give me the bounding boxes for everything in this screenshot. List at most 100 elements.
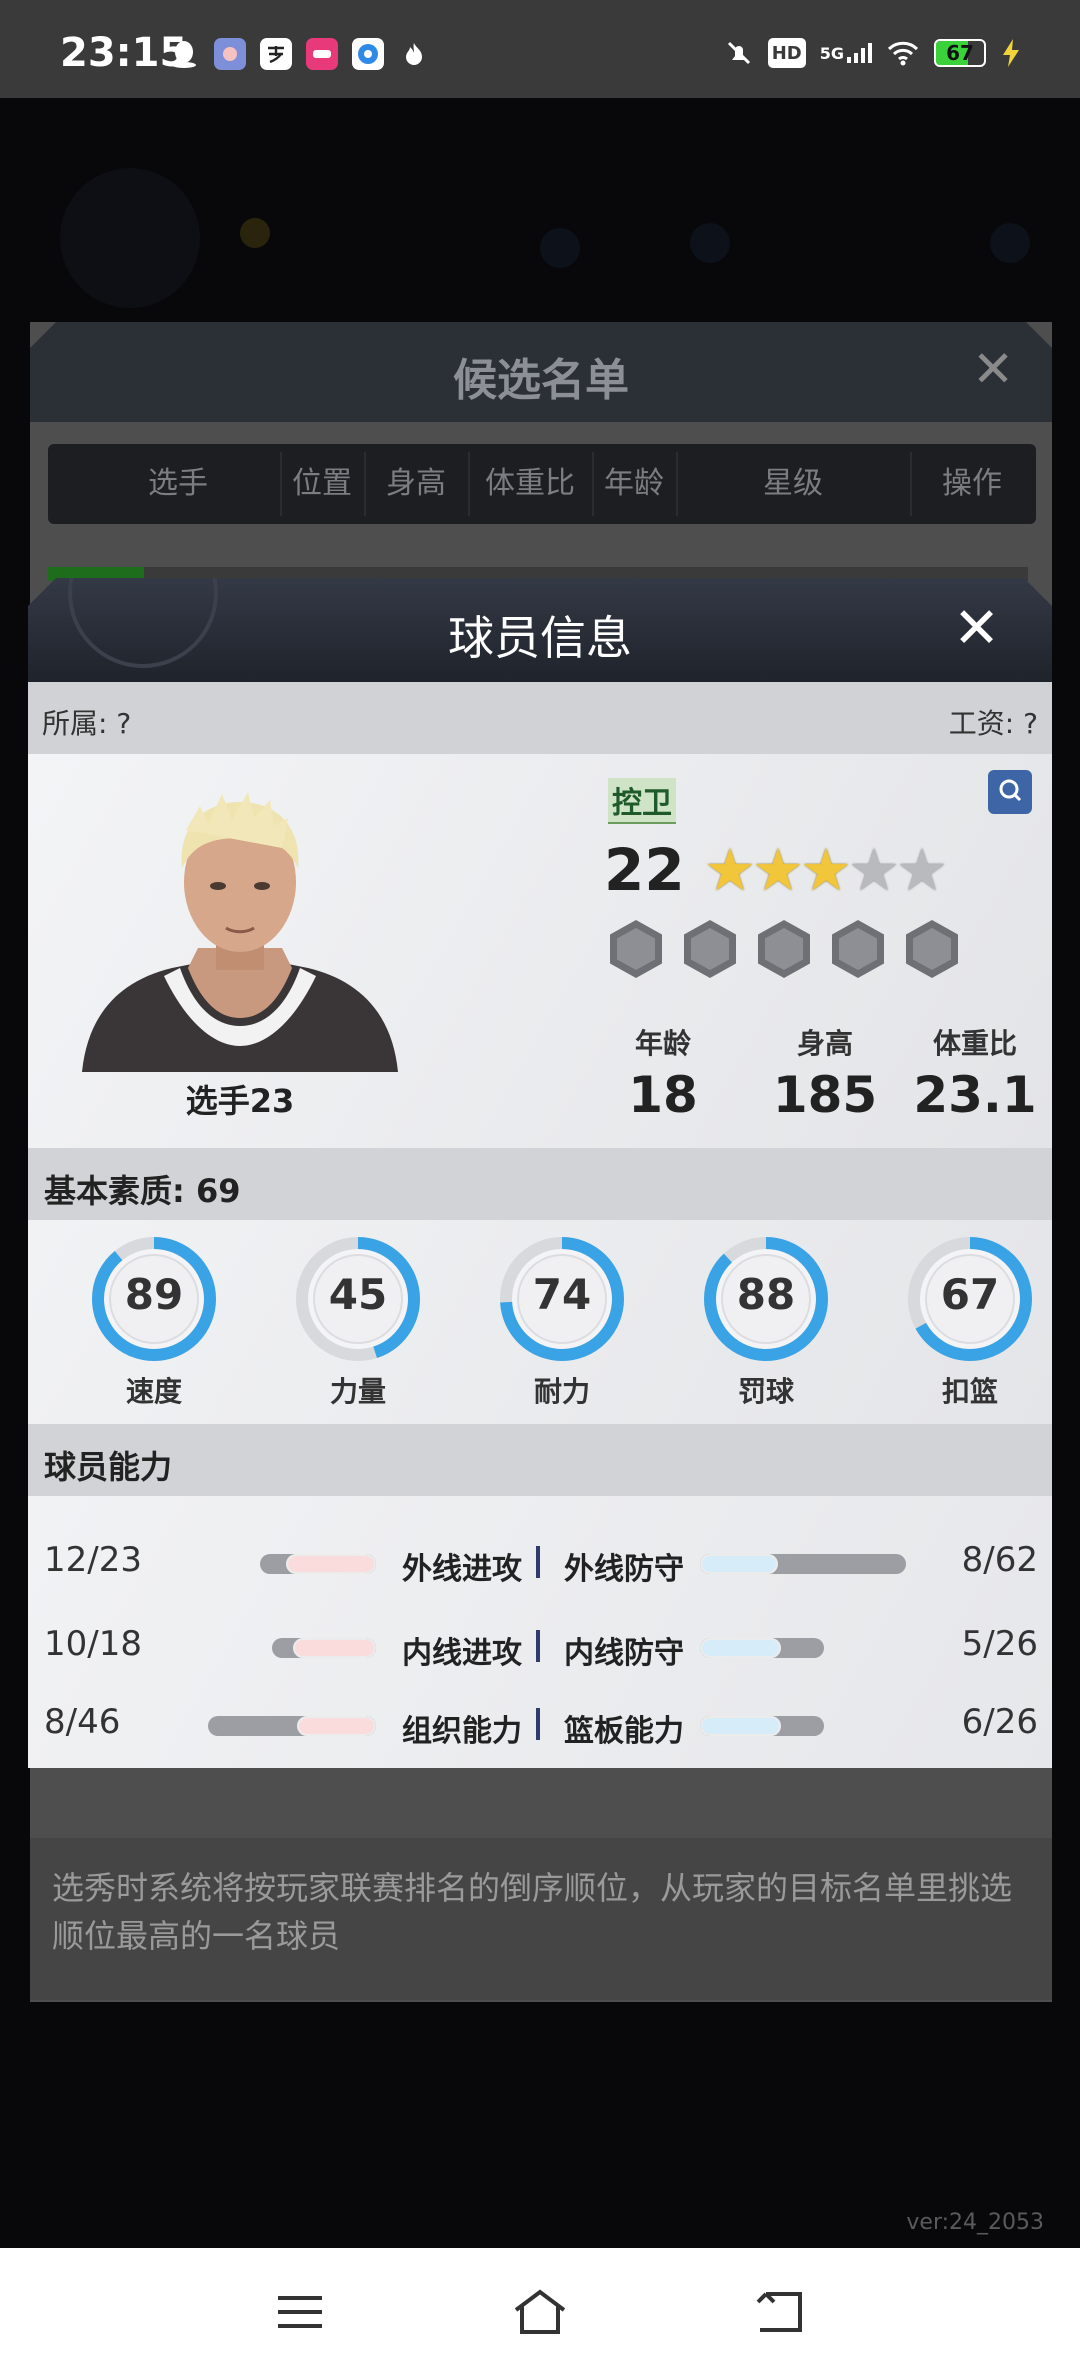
gauge-value: 89 [124, 1270, 184, 1319]
gauge-label: 罚球 [737, 1375, 794, 1408]
star-rating: ★ ★ ★ ★ ★ [704, 836, 948, 904]
right-ability-label: 外线防守 [564, 1552, 684, 1587]
background-decoration [240, 218, 270, 248]
position-tag: 控卫 [608, 778, 676, 824]
alipay-icon [260, 38, 292, 70]
basic-quality-title: 基本素质: 69 [44, 1172, 241, 1210]
home-icon[interactable] [510, 2282, 570, 2342]
hex-badges [610, 920, 958, 978]
gauge-value: 45 [328, 1270, 388, 1319]
lofter-icon [306, 38, 338, 70]
ability-bar: 球员能力 [28, 1424, 1052, 1496]
right-ability-label: 内线防守 [564, 1636, 684, 1671]
charging-icon [1000, 38, 1022, 68]
stat-gauge: 67 扣篮 [900, 1234, 1040, 1410]
network-label: 5G [819, 43, 844, 63]
star-filled-icon: ★ [704, 836, 756, 904]
background-decoration [60, 168, 200, 308]
attr-value: 185 [772, 1066, 878, 1124]
left-ability-value: 8/46 [44, 1702, 121, 1742]
attr-height: 身高 185 [750, 1022, 900, 1124]
gauge-value: 74 [532, 1270, 592, 1319]
background-decoration [540, 228, 580, 268]
attr-weight-ratio: 体重比 23.1 [900, 1022, 1050, 1124]
right-ability-fill [700, 1716, 781, 1736]
left-ability-fill [292, 1638, 376, 1658]
basic-quality-bar: 基本素质: 69 [28, 1148, 1052, 1220]
left-ability-fill [285, 1554, 376, 1574]
gauge-value: 67 [940, 1270, 1000, 1319]
navigation-bar [0, 2248, 1080, 2376]
star-filled-icon: ★ [800, 836, 852, 904]
left-ability-label: 内线进攻 [402, 1636, 522, 1671]
left-ability-bar [272, 1638, 376, 1658]
meta-row: 所属: ? 工资: ? [28, 682, 1052, 754]
stat-gauge: 74 耐力 [492, 1234, 632, 1410]
left-ability-bar [208, 1716, 376, 1736]
candidate-close-icon[interactable]: ✕ [972, 340, 1014, 398]
attr-age: 年龄 18 [588, 1022, 738, 1124]
background-decoration [990, 223, 1030, 263]
menu-icon[interactable] [270, 2282, 330, 2342]
back-icon[interactable] [750, 2282, 810, 2342]
left-ability-value: 10/18 [44, 1624, 142, 1664]
star-empty-icon: ★ [896, 836, 948, 904]
baidu-netdisk-icon [352, 38, 384, 70]
column-player: 选手 [148, 466, 208, 501]
version-label: ver:24_2053 [906, 2210, 1044, 2235]
right-ability-bar [700, 1638, 824, 1658]
column-age: 年龄 [604, 466, 664, 501]
right-ability-fill [700, 1554, 779, 1574]
status-bar: 23:15 HD 5G 67 [0, 0, 1080, 98]
player-portrait[interactable] [72, 790, 408, 1072]
hex-badge-icon [684, 920, 736, 978]
left-ability-label: 组织能力 [402, 1714, 522, 1749]
column-action: 操作 [942, 466, 1002, 501]
right-ability-bar [700, 1554, 906, 1574]
notification-icons [168, 38, 430, 70]
star-empty-icon: ★ [848, 836, 900, 904]
column-weight-ratio: 体重比 [485, 466, 575, 501]
ability-row: 10/18 内线进攻 内线防守 5/26 [28, 1616, 1052, 1676]
attr-label: 身高 [796, 1027, 853, 1060]
gauge-row: 89 速度 45 力量 74 耐力 88 罚球 67 扣篮 [28, 1220, 1052, 1424]
battery-level: 67 [946, 41, 974, 65]
right-ability-label: 篮板能力 [564, 1714, 684, 1749]
search-button[interactable] [988, 770, 1032, 814]
ability-title: 球员能力 [44, 1448, 173, 1486]
draft-note-box: 选秀时系统将按玩家联赛排名的倒序顺位，从玩家的目标名单里挑选顺位最高的一名球员 [30, 1838, 1052, 2000]
right-ability-bar [700, 1716, 824, 1736]
hd-icon: HD [767, 38, 806, 68]
ability-row: 12/23 外线进攻 外线防守 8/62 [28, 1532, 1052, 1592]
wifi-icon [886, 38, 920, 68]
ability-list: 12/23 外线进攻 外线防守 8/62 10/18 内线进攻 内线防守 5/26 8/46 组织… [28, 1496, 1052, 1768]
left-ability-bar [260, 1554, 376, 1574]
stat-gauge: 45 力量 [288, 1234, 428, 1410]
player-profile: 选手23 控卫 22 ★ ★ ★ ★ ★ 年龄 18 身高 185 体重比 23.1 [28, 754, 1052, 1148]
attr-label: 年龄 [634, 1027, 691, 1060]
attr-label: 体重比 [932, 1027, 1017, 1060]
star-filled-icon: ★ [752, 836, 804, 904]
mute-icon [724, 38, 754, 68]
search-icon [997, 777, 1023, 807]
modal-body: 所属: ? 工资: ? 选手23 控卫 22 ★ ★ ★ ★ ★ 年龄 18 身… [28, 682, 1052, 1768]
gauge-label: 耐力 [533, 1375, 590, 1408]
system-icons: HD 5G 67 [724, 38, 1022, 68]
ability-divider [536, 1546, 540, 1578]
hex-badge-icon [758, 920, 810, 978]
left-ability-label: 外线进攻 [402, 1552, 522, 1587]
column-height: 身高 [386, 466, 446, 501]
right-ability-fill [700, 1638, 781, 1658]
attr-value: 23.1 [913, 1066, 1037, 1124]
hex-badge-icon [832, 920, 884, 978]
qq-icon [168, 38, 200, 70]
close-icon[interactable]: ✕ [953, 596, 1000, 661]
gauge-label: 力量 [329, 1375, 386, 1408]
candidate-title: 候选名单 [453, 355, 629, 406]
stat-gauge: 89 速度 [84, 1234, 224, 1410]
left-ability-fill [297, 1716, 376, 1736]
salary-label: 工资: ? [948, 707, 1038, 740]
left-ability-value: 12/23 [44, 1540, 142, 1580]
ability-divider [536, 1708, 540, 1740]
draft-note: 选秀时系统将按玩家联赛排名的倒序顺位，从玩家的目标名单里挑选顺位最高的一名球员 [52, 1869, 1013, 1955]
